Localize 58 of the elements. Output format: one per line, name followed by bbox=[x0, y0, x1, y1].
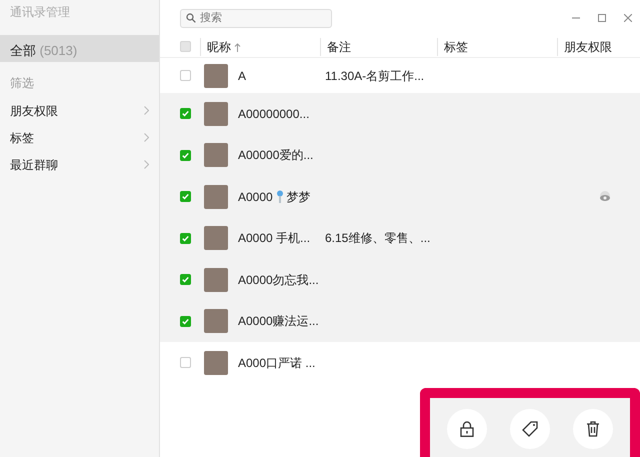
chevron-icon bbox=[144, 133, 149, 142]
contact-name: A0000赚法运... bbox=[238, 313, 319, 330]
remark-text: 6.15维修、零售、... bbox=[325, 231, 430, 246]
contact-name: A00000000... bbox=[238, 106, 310, 123]
avatar-placeholder bbox=[204, 143, 228, 168]
contact-name: A00000爱的... bbox=[238, 147, 314, 164]
checkbox[interactable] bbox=[180, 274, 191, 286]
contact-name: A000口严诺 ... bbox=[238, 354, 316, 372]
tag-icon bbox=[522, 421, 538, 437]
checkbox[interactable] bbox=[180, 108, 191, 120]
lock-icon bbox=[460, 421, 474, 437]
filter-item[interactable]: 标签 bbox=[0, 124, 159, 151]
checkbox[interactable] bbox=[180, 316, 191, 327]
contact-name: A0000 bbox=[238, 188, 273, 206]
trash-icon bbox=[586, 421, 600, 437]
checkbox[interactable] bbox=[180, 70, 191, 81]
checkbox[interactable] bbox=[180, 357, 191, 368]
avatar-placeholder bbox=[204, 309, 228, 334]
column-header[interactable]: 标签 bbox=[444, 40, 468, 54]
avatar-placeholder bbox=[204, 226, 228, 250]
contact-row[interactable]: A0000勿忘我... bbox=[160, 259, 640, 300]
close-icon[interactable] bbox=[624, 14, 632, 22]
avatar-placeholder bbox=[204, 64, 228, 88]
contact-name: A0000勿忘我... bbox=[238, 272, 319, 289]
chevron-icon bbox=[144, 106, 149, 115]
search-input[interactable]: 搜索 bbox=[200, 10, 320, 26]
checkbox[interactable] bbox=[180, 150, 191, 161]
contact-name: A0000 手机... bbox=[238, 230, 310, 248]
delete-button[interactable] bbox=[572, 409, 613, 449]
select-all-checkbox[interactable] bbox=[180, 41, 191, 52]
avatar-placeholder bbox=[204, 268, 228, 292]
contact-name: A bbox=[238, 68, 246, 84]
search-field[interactable]: 搜索 bbox=[180, 8, 332, 28]
column-header[interactable]: 朋友权限 bbox=[564, 40, 612, 54]
column-header[interactable]: 备注 bbox=[327, 40, 351, 54]
chevron-icon bbox=[144, 160, 149, 169]
permission-button[interactable] bbox=[447, 409, 488, 449]
contact-row[interactable]: A0000 梦梦 bbox=[160, 176, 640, 218]
contact-row[interactable]: A00000000... bbox=[160, 93, 640, 134]
contact-row[interactable]: A0000赚法运... bbox=[160, 300, 640, 342]
contact-row[interactable]: A00000爱的... bbox=[160, 134, 640, 176]
maximize-icon[interactable] bbox=[598, 14, 606, 22]
tag-button[interactable] bbox=[510, 409, 550, 449]
remark-text: 11.30A-名剪工作... bbox=[325, 68, 424, 82]
filter-item[interactable]: 朋友权限 bbox=[0, 97, 159, 124]
sidebar-item[interactable]: 全部 (5013) bbox=[0, 35, 159, 62]
search-icon bbox=[186, 13, 196, 23]
sidebar-title: 通讯录管理 bbox=[9, 4, 71, 21]
avatar-placeholder bbox=[204, 102, 228, 126]
filter-heading: 筛选 bbox=[9, 75, 35, 92]
filter-item[interactable]: 最近群聊 bbox=[0, 151, 159, 178]
checkbox[interactable] bbox=[180, 191, 191, 202]
contact-name-suffix: 梦梦 bbox=[286, 188, 311, 206]
avatar-placeholder bbox=[204, 184, 228, 209]
contact-row[interactable]: A0000 手机... 6.15维修、零售、... bbox=[160, 218, 640, 259]
checkbox[interactable] bbox=[180, 232, 191, 244]
column-header[interactable]: 昵称 bbox=[207, 40, 231, 54]
avatar-placeholder bbox=[204, 350, 228, 375]
